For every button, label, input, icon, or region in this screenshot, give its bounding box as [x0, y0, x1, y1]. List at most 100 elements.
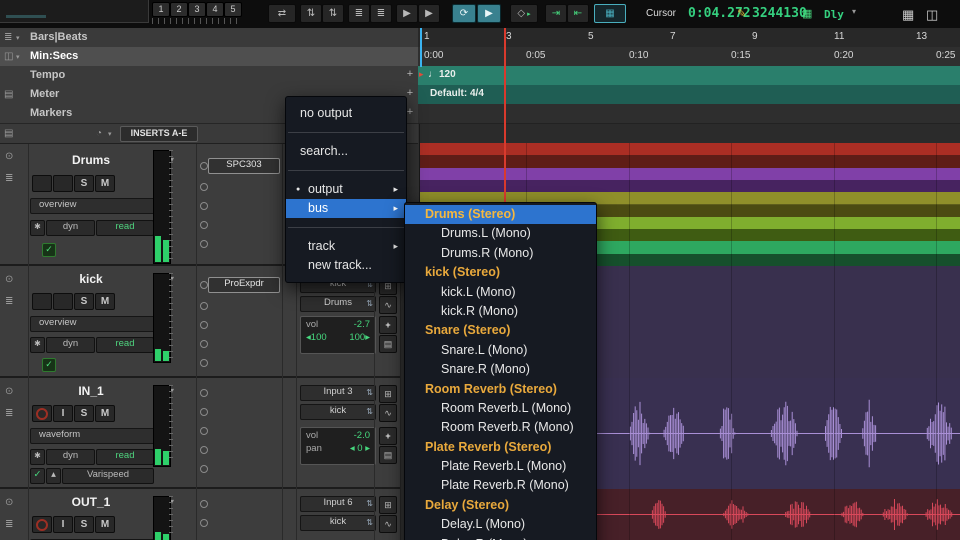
- wave-icon-button[interactable]: ∿: [379, 515, 397, 533]
- grid-value-icon[interactable]: ▦: [802, 7, 812, 20]
- bus-item-drums-stereo[interactable]: Drums (Stereo): [405, 205, 596, 224]
- record-enable-button[interactable]: [32, 293, 52, 310]
- inserts-header[interactable]: INSERTS A-E: [120, 126, 198, 142]
- ruler-row-min-secs[interactable]: ◫ ▾ Min:Secs: [0, 47, 418, 67]
- insert-button-spc303[interactable]: SPC303: [208, 158, 280, 174]
- memory-button-3[interactable]: 3: [188, 2, 206, 17]
- bus-item-snare-r[interactable]: Snare.R (Mono): [405, 360, 596, 379]
- list-caret-icon[interactable]: ▾: [16, 34, 20, 42]
- tempo-ruler[interactable]: ▸ ♩120: [418, 66, 960, 86]
- timebase-check-icon[interactable]: ✓: [42, 243, 56, 257]
- track-freeze-icon[interactable]: ⊙: [5, 386, 13, 397]
- playlist-icon-button[interactable]: ⊞: [379, 496, 397, 514]
- mute-button[interactable]: M: [95, 175, 115, 192]
- ruler-row-bars-beats[interactable]: ≣ ▾ Bars|Beats: [0, 28, 418, 48]
- mini-track-lane-4[interactable]: [418, 180, 960, 193]
- nudge-button-1[interactable]: ▶: [396, 4, 418, 23]
- bus-item-room-reverb-stereo[interactable]: Room Reverb (Stereo): [405, 380, 596, 399]
- timebase-check-icon[interactable]: ✓: [42, 358, 56, 372]
- ruler-label-bars-beats[interactable]: Bars|Beats: [30, 31, 88, 43]
- insertion-follows-playback-button[interactable]: ⇥: [545, 4, 567, 23]
- track-freeze-icon[interactable]: ⊙: [5, 497, 13, 508]
- meter-ruler[interactable]: Default: 4/4: [418, 85, 960, 105]
- zoom-horizontal-button[interactable]: ⇅: [322, 4, 344, 23]
- track-freeze-icon[interactable]: ⊙: [5, 151, 13, 162]
- bus-item-room-reverb-l[interactable]: Room Reverb.L (Mono): [405, 399, 596, 418]
- output-selector[interactable]: kick⇅: [300, 515, 376, 531]
- ruler-label-min-secs[interactable]: Min:Secs: [30, 50, 78, 62]
- bus-item-delay-l[interactable]: Delay.L (Mono): [405, 515, 596, 534]
- solo-button[interactable]: S: [74, 516, 94, 533]
- track-freeze-icon[interactable]: ⊙: [5, 274, 13, 285]
- dual-window-icon[interactable]: ◫: [926, 7, 938, 23]
- bus-item-kick-l[interactable]: kick.L (Mono): [405, 283, 596, 302]
- mini-track-lane-3[interactable]: [418, 168, 960, 181]
- track-name[interactable]: Drums: [30, 153, 152, 167]
- menu-item-bus[interactable]: bus▸: [286, 199, 406, 218]
- ruler-label-meter[interactable]: Meter: [30, 88, 59, 100]
- bus-item-plate-reverb-stereo[interactable]: Plate Reverb (Stereo): [405, 438, 596, 457]
- bus-item-kick-r[interactable]: kick.R (Mono): [405, 302, 596, 321]
- ruler-label-tempo[interactable]: Tempo: [30, 69, 65, 81]
- track-name[interactable]: OUT_1: [30, 495, 152, 509]
- dyn-button[interactable]: dyn: [46, 220, 95, 236]
- smart-tool-button[interactable]: ⇄: [268, 4, 296, 23]
- zoom-vertical-button[interactable]: ⇅: [300, 4, 322, 23]
- automation-icon-button[interactable]: ✱: [30, 220, 45, 236]
- ruler-row-tempo[interactable]: Tempo +: [0, 66, 418, 86]
- solo-button[interactable]: S: [74, 293, 94, 310]
- minsec-ruler[interactable]: 0:00 0:05 0:10 0:15 0:20 0:25: [418, 47, 960, 67]
- varispeed-check-button[interactable]: ✓: [30, 468, 45, 484]
- timeline-insertion-button[interactable]: ⇤: [567, 4, 589, 23]
- playlist-icon-button[interactable]: ⊞: [379, 385, 397, 403]
- record-enable-button[interactable]: [32, 516, 52, 533]
- record-enable-button[interactable]: [32, 405, 52, 422]
- window-config-button[interactable]: ▦: [594, 4, 626, 23]
- bus-item-plate-reverb-l[interactable]: Plate Reverb.L (Mono): [405, 457, 596, 476]
- rows-icon-button[interactable]: ▤: [379, 446, 397, 464]
- track-name[interactable]: IN_1: [30, 384, 152, 398]
- track-options-icon[interactable]: ≣: [5, 408, 13, 419]
- automation-icon-button[interactable]: ✱: [30, 337, 45, 353]
- input-selector[interactable]: Input 3⇅: [300, 385, 376, 401]
- rows-icon[interactable]: ▤: [4, 89, 13, 100]
- tempo-marker-icon[interactable]: ▸: [419, 69, 424, 80]
- mini-track-lane-1[interactable]: [418, 143, 960, 156]
- bus-item-drums-r[interactable]: Drums.R (Mono): [405, 244, 596, 263]
- bus-item-room-reverb-r[interactable]: Room Reverb.R (Mono): [405, 418, 596, 437]
- input-monitor-button[interactable]: I: [53, 516, 73, 533]
- input-monitor-button[interactable]: I: [53, 405, 73, 422]
- track-view-selector[interactable]: overview▾: [30, 198, 162, 214]
- menu-item-no-output[interactable]: no output: [286, 104, 406, 123]
- volume-pan-display[interactable]: vol-2.7 ◂100100▸: [300, 316, 376, 354]
- play-button[interactable]: ▶: [477, 4, 501, 23]
- dyn-button[interactable]: dyn: [46, 449, 95, 465]
- bus-item-kick-stereo[interactable]: kick (Stereo): [405, 263, 596, 282]
- track-view-selector[interactable]: overview▾: [30, 316, 162, 332]
- record-enable-button[interactable]: [32, 175, 52, 192]
- loop-record-button[interactable]: ◇▸: [510, 4, 538, 23]
- markers-ruler[interactable]: [418, 104, 960, 124]
- bus-item-snare-stereo[interactable]: Snare (Stereo): [405, 321, 596, 340]
- mini-track-lane-2[interactable]: [418, 155, 960, 168]
- grid-window-icon[interactable]: ▦: [902, 7, 914, 23]
- menu-item-search[interactable]: search...: [286, 142, 406, 161]
- rows-icon-button[interactable]: ▤: [379, 335, 397, 353]
- view-selector-caret-icon[interactable]: ▾: [108, 130, 112, 138]
- add-button[interactable]: +: [379, 316, 397, 334]
- mute-button[interactable]: M: [95, 293, 115, 310]
- menu-item-output[interactable]: ●output▸: [286, 180, 406, 199]
- track-options-icon[interactable]: ≣: [5, 173, 13, 184]
- wave-icon-button[interactable]: ∿: [379, 296, 397, 314]
- automation-mode-button[interactable]: read: [96, 449, 154, 465]
- loop-playback-button[interactable]: ⟳: [452, 4, 476, 23]
- ruler-label-markers[interactable]: Markers: [30, 107, 72, 119]
- solo-button[interactable]: S: [74, 175, 94, 192]
- track-view-selector[interactable]: waveform▾: [30, 428, 162, 444]
- varispeed-mode-button[interactable]: ▴: [46, 468, 61, 484]
- window-caret-icon[interactable]: ▾: [16, 53, 20, 61]
- track-options-icon[interactable]: ≣: [5, 296, 13, 307]
- nudge-button-2[interactable]: ▶: [418, 4, 440, 23]
- bus-item-delay-stereo[interactable]: Delay (Stereo): [405, 496, 596, 515]
- add-button[interactable]: +: [379, 427, 397, 445]
